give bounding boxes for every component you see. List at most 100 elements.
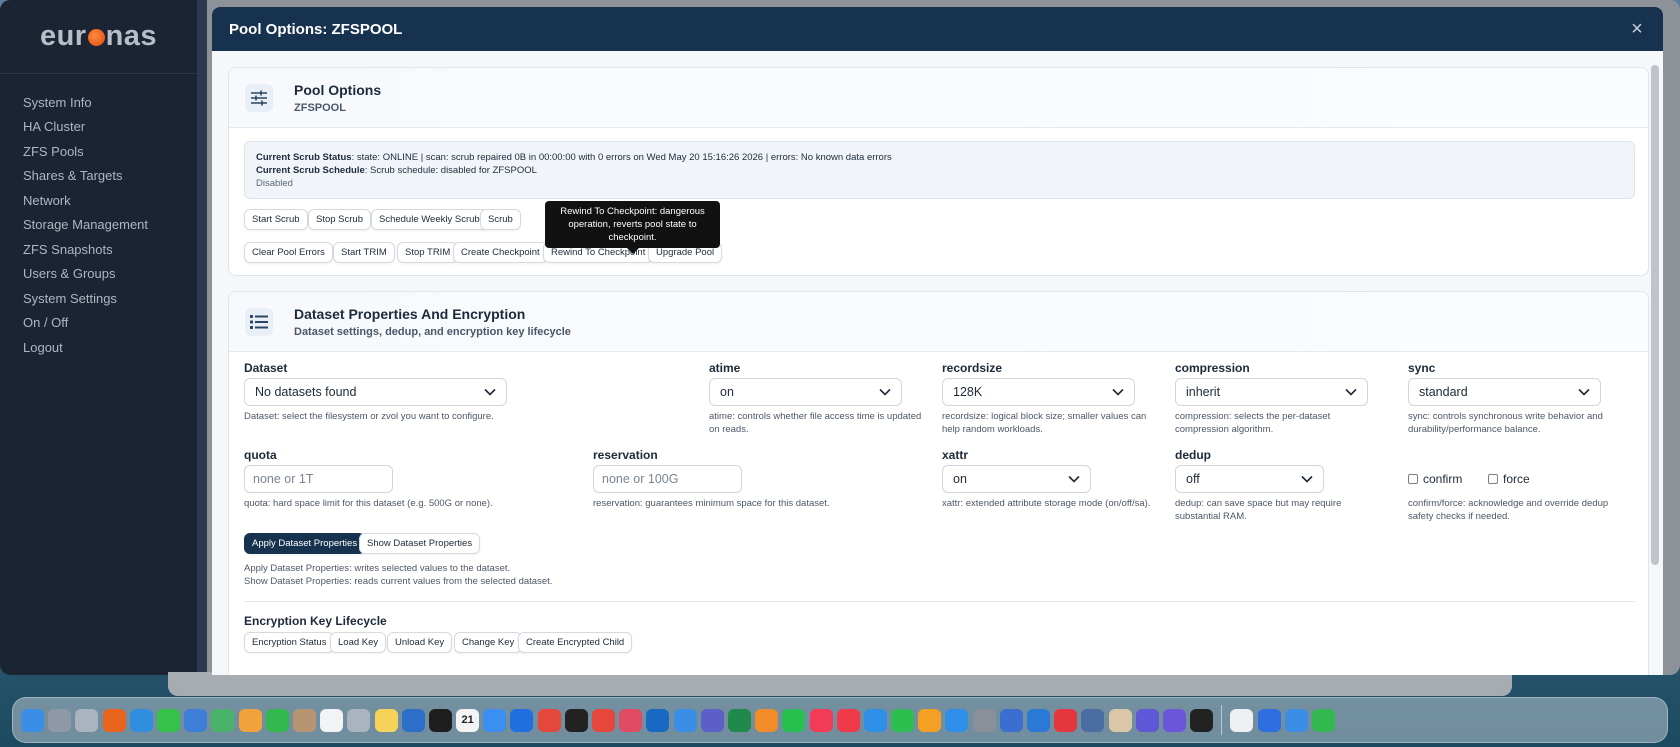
nav-system-info[interactable]: System Info xyxy=(0,90,197,115)
reminders-icon[interactable] xyxy=(320,708,344,732)
help-icon[interactable] xyxy=(75,708,99,732)
text-icon[interactable] xyxy=(1135,708,1159,732)
dataset-select[interactable]: No datasets found xyxy=(244,378,507,406)
stop-scrub-button[interactable]: Stop Scrub xyxy=(308,209,371,230)
vpn-icon[interactable] xyxy=(184,708,208,732)
terminal-icon[interactable] xyxy=(1190,708,1214,732)
freeform-icon[interactable] xyxy=(401,708,425,732)
scrub-button[interactable]: Scrub xyxy=(480,209,521,230)
messages-icon[interactable] xyxy=(157,708,181,732)
quota-input[interactable] xyxy=(244,465,393,493)
weather-icon[interactable] xyxy=(1284,708,1308,732)
nav-users-groups[interactable]: Users & Groups xyxy=(0,262,197,287)
atime-select[interactable]: on xyxy=(709,378,902,406)
pool-options-modal: Pool Options: ZFSPOOL × Pool Options ZFS… xyxy=(212,7,1663,675)
maps-icon[interactable] xyxy=(211,708,235,732)
photos-icon[interactable] xyxy=(238,708,262,732)
teams-icon[interactable] xyxy=(700,708,724,732)
finder-icon[interactable] xyxy=(21,708,45,732)
settings-icon[interactable] xyxy=(972,708,996,732)
notion-icon[interactable] xyxy=(1162,708,1186,732)
stop-trim-button[interactable]: Stop TRIM xyxy=(397,242,459,263)
keynote-icon[interactable] xyxy=(863,708,887,732)
close-icon[interactable]: × xyxy=(1627,18,1647,41)
nav-zfs-snapshots[interactable]: ZFS Snapshots xyxy=(0,237,197,262)
outlook-icon[interactable] xyxy=(646,708,670,732)
chrome-icon[interactable] xyxy=(537,708,561,732)
facetime2-icon[interactable] xyxy=(1311,708,1335,732)
modal-scrollbar[interactable] xyxy=(1651,65,1659,565)
encryption-status-button[interactable]: Encryption Status xyxy=(244,632,335,653)
sync-select[interactable]: standard xyxy=(1408,378,1601,406)
force-checkbox[interactable]: force xyxy=(1488,472,1530,486)
proxy-icon[interactable] xyxy=(1081,708,1105,732)
schedule-weekly-scrub-button[interactable]: Schedule Weekly Scrub xyxy=(371,209,488,230)
mail-icon[interactable] xyxy=(483,708,507,732)
chrome2-icon[interactable] xyxy=(592,708,616,732)
xattr-select[interactable]: on xyxy=(942,465,1091,493)
nav-on-off[interactable]: On / Off xyxy=(0,311,197,336)
contacts-icon[interactable] xyxy=(292,708,316,732)
facetime-icon[interactable] xyxy=(265,708,289,732)
textedit-icon[interactable] xyxy=(1230,708,1254,732)
create-checkpoint-button[interactable]: Create Checkpoint xyxy=(453,242,548,263)
change-key-button[interactable]: Change Key xyxy=(454,632,523,653)
nav-network[interactable]: Network xyxy=(0,188,197,213)
launchpad-icon[interactable] xyxy=(48,708,72,732)
reservation-input[interactable] xyxy=(593,465,742,493)
nav-storage-management[interactable]: Storage Management xyxy=(0,213,197,238)
chatgpt-icon[interactable] xyxy=(564,708,588,732)
start-trim-button[interactable]: Start TRIM xyxy=(333,242,395,263)
logo-dot xyxy=(87,29,105,46)
tv-icon[interactable] xyxy=(428,708,452,732)
unload-key-button[interactable]: Unload Key xyxy=(387,632,453,653)
whatsapp-icon[interactable] xyxy=(782,708,806,732)
confirm-checkbox-box[interactable] xyxy=(1408,474,1418,484)
appstore-icon[interactable] xyxy=(945,708,969,732)
pages-icon[interactable] xyxy=(918,708,942,732)
anydesk-icon[interactable] xyxy=(1054,708,1078,732)
finder2-icon[interactable] xyxy=(673,708,697,732)
scrub-status-box: Current Scrub Status: state: ONLINE | sc… xyxy=(244,141,1635,199)
tiktok-icon[interactable] xyxy=(510,708,534,732)
dedup-label: dedup xyxy=(1175,448,1211,462)
nav-zfs-pools[interactable]: ZFS Pools xyxy=(0,139,197,164)
preview-icon[interactable] xyxy=(1108,708,1132,732)
numbers-icon[interactable] xyxy=(891,708,915,732)
create-encrypted-child-button[interactable]: Create Encrypted Child xyxy=(518,632,633,653)
firefox-icon[interactable] xyxy=(102,708,126,732)
load-key-button[interactable]: Load Key xyxy=(330,632,387,653)
excel-icon[interactable] xyxy=(727,708,751,732)
clear-pool-errors-button[interactable]: Clear Pool Errors xyxy=(244,242,333,263)
show-dataset-properties-button[interactable]: Show Dataset Properties xyxy=(359,533,481,554)
chevron-down-icon xyxy=(1301,472,1313,486)
nav-ha-cluster[interactable]: HA Cluster xyxy=(0,115,197,140)
apply-dataset-properties-button[interactable]: Apply Dataset Properties xyxy=(244,533,366,554)
confirm-checkbox[interactable]: confirm xyxy=(1408,472,1462,486)
nav-logout[interactable]: Logout xyxy=(0,335,197,360)
dedup-select[interactable]: off xyxy=(1175,465,1324,493)
apply-help: Apply Dataset Properties: writes selecte… xyxy=(244,563,511,574)
modal-body: Pool Options ZFSPOOL Current Scrub Statu… xyxy=(212,51,1663,675)
reservation-help: reservation: guarantees minimum space fo… xyxy=(593,498,830,509)
news-icon[interactable] xyxy=(836,708,860,732)
nav-shares-targets[interactable]: Shares & Targets xyxy=(0,164,197,189)
recordsize-select[interactable]: 128K xyxy=(942,378,1135,406)
start-scrub-button[interactable]: Start Scrub xyxy=(244,209,308,230)
help2-icon[interactable] xyxy=(347,708,371,732)
remote-icon[interactable] xyxy=(999,708,1023,732)
safari-icon[interactable] xyxy=(129,708,153,732)
vpn2-icon[interactable] xyxy=(1257,708,1281,732)
confirm-label: confirm xyxy=(1423,472,1463,486)
compression-select[interactable]: inherit xyxy=(1175,378,1368,406)
nav-system-settings[interactable]: System Settings xyxy=(0,286,197,311)
sublime-icon[interactable] xyxy=(755,708,779,732)
calendar-icon[interactable]: 21 xyxy=(456,708,480,732)
scrub-schedule-state: Disabled xyxy=(256,178,293,189)
notes-icon[interactable] xyxy=(374,708,398,732)
force-checkbox-box[interactable] xyxy=(1488,474,1498,484)
windows-icon[interactable] xyxy=(1027,708,1051,732)
music-icon[interactable] xyxy=(809,708,833,732)
quota-label: quota xyxy=(244,448,277,462)
affinity-icon[interactable] xyxy=(619,708,643,732)
